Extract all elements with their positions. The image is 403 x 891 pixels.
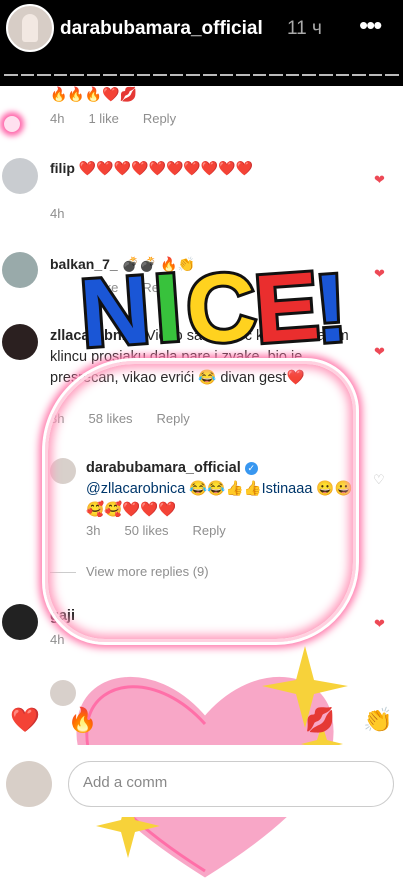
fire-emoji-button[interactable]: 🔥	[68, 706, 98, 735]
comments-screenshot: 🔥🔥🔥❤️💋 4h 1 like Reply filip ❤️❤️❤️❤️❤️❤…	[0, 86, 403, 885]
profile-avatar[interactable]	[6, 4, 54, 52]
nice-sticker: N I C E !	[74, 249, 350, 370]
more-options-icon[interactable]: •••	[359, 10, 382, 41]
like-heart-icon[interactable]: ❤	[374, 344, 385, 360]
clap-emoji-button[interactable]: 👏	[363, 706, 393, 735]
svg-text:C: C	[183, 253, 260, 365]
avatar[interactable]	[2, 604, 38, 640]
story-progress-bar	[4, 74, 399, 76]
story-username[interactable]: darabubamara_official	[60, 18, 263, 40]
add-comment-bar: Add a comm	[0, 745, 403, 817]
svg-text:N: N	[77, 256, 154, 368]
comment-text: ❤️❤️❤️❤️❤️❤️❤️❤️❤️❤️	[78, 160, 254, 176]
glow-dot	[4, 116, 20, 132]
comment-likes[interactable]: 1 like	[88, 111, 118, 126]
add-comment-input[interactable]: Add a comm	[68, 761, 394, 807]
svg-text:I: I	[151, 254, 185, 363]
like-heart-icon[interactable]: ❤	[374, 172, 385, 188]
comment-body: filip ❤️❤️❤️❤️❤️❤️❤️❤️❤️❤️	[50, 158, 350, 178]
comment-meta: 4h 1 like Reply	[50, 111, 176, 126]
reply-button[interactable]: Reply	[143, 111, 176, 126]
comment-text: 🔥🔥🔥❤️💋	[50, 86, 138, 102]
story-time: 11 ч	[287, 18, 322, 39]
story-header: darabubamara_official 11 ч •••	[0, 0, 403, 86]
comment-time: 4h	[50, 632, 65, 647]
like-heart-icon[interactable]: ❤	[374, 616, 385, 632]
like-heart-outline-icon[interactable]: ♡	[373, 472, 385, 488]
avatar[interactable]	[2, 158, 38, 194]
avatar[interactable]	[2, 324, 38, 360]
like-heart-icon[interactable]: ❤	[374, 266, 385, 282]
avatar	[6, 761, 52, 807]
svg-text:!: !	[311, 254, 350, 363]
comment-meta: 4h	[50, 206, 64, 221]
comment-username[interactable]: filip	[50, 160, 75, 176]
comment-meta: 4h	[50, 632, 64, 647]
avatar[interactable]	[2, 252, 38, 288]
comment-time: 4h	[50, 111, 65, 126]
kiss-emoji-button[interactable]: 💋	[305, 706, 335, 735]
highlight-circle	[45, 361, 356, 642]
heart-emoji-button[interactable]: ❤️	[10, 706, 40, 735]
comment-time: 4h	[50, 206, 65, 221]
emoji-quick-bar: ❤️ 🔥 💋 👏	[0, 695, 403, 745]
